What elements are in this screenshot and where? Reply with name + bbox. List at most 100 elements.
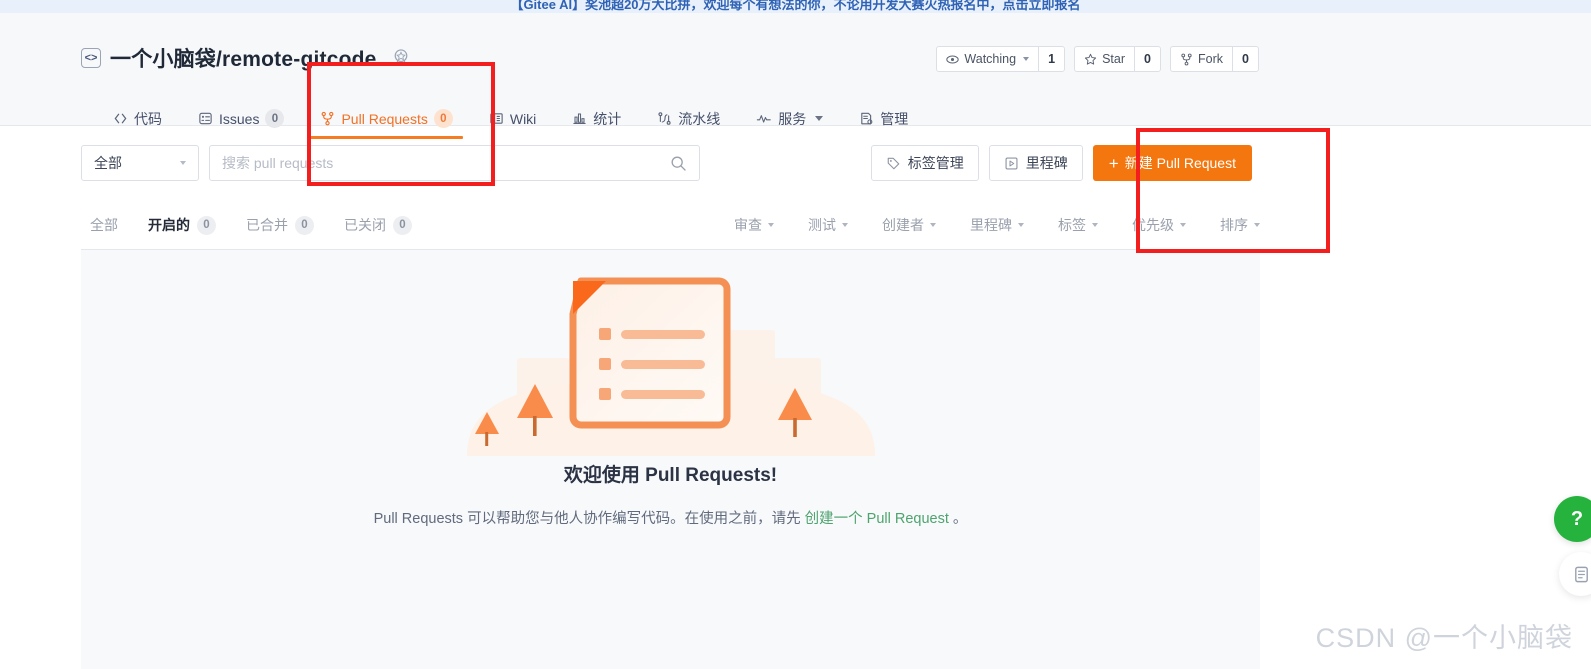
filter-priority-label: 优先级 — [1132, 217, 1174, 233]
help-floating-button[interactable]: ? — [1554, 496, 1591, 542]
star-button[interactable]: Star — [1075, 47, 1134, 71]
new-pull-request-label: 新建 Pull Request — [1124, 155, 1236, 171]
fork-count[interactable]: 0 — [1232, 47, 1258, 71]
empty-state-description: Pull Requests 可以帮助您与他人协作编写代码。在使用之前，请先 创建… — [374, 507, 968, 528]
page-title[interactable]: 一个小脑袋/remote-gitcode — [110, 43, 377, 73]
filter-sort[interactable]: 排序 — [1220, 215, 1260, 235]
status-filter-merged-label: 已合并 — [246, 217, 288, 233]
main-content: 全部 搜索 pull requests 标签管理 里程碑 + 新建 Pull R… — [81, 127, 1268, 669]
star-count[interactable]: 0 — [1134, 47, 1160, 71]
empty-state: 欢迎使用 Pull Requests! Pull Requests 可以帮助您与… — [81, 250, 1260, 528]
filter-creator-label: 创建者 — [882, 217, 924, 233]
pr-filter-row: 全部 开启的 0 已合并 0 已关闭 0 审查 测试 创建者 里程碑 标签 优先… — [81, 203, 1260, 247]
chevron-down-icon — [1092, 223, 1098, 227]
watching-button-group[interactable]: Watching 1 — [936, 46, 1066, 72]
fork-button[interactable]: Fork — [1171, 47, 1232, 71]
document-with-trees-illustration — [466, 277, 875, 456]
chevron-down-icon — [768, 223, 774, 227]
watching-button[interactable]: Watching — [937, 47, 1038, 71]
scope-select-value: 全部 — [94, 155, 122, 171]
filter-test-label: 测试 — [808, 217, 836, 233]
star-button-group[interactable]: Star 0 — [1074, 46, 1161, 72]
status-filter-merged[interactable]: 已合并 0 — [246, 215, 314, 235]
tab-pull-requests-count: 0 — [433, 109, 453, 128]
chevron-down-icon — [1254, 223, 1260, 227]
code-icon — [113, 111, 128, 126]
milestone-icon — [1004, 156, 1019, 171]
chevron-down-icon — [1018, 223, 1024, 227]
label-manage-label: 标签管理 — [907, 155, 964, 171]
chevron-down-icon — [180, 161, 186, 165]
status-filter-closed[interactable]: 已关闭 0 — [344, 215, 412, 235]
issue-icon — [198, 111, 213, 126]
award-badge-icon — [394, 49, 407, 66]
tag-icon — [886, 156, 901, 171]
pr-list-panel: 欢迎使用 Pull Requests! Pull Requests 可以帮助您与… — [81, 249, 1260, 669]
tab-issues-count: 0 — [265, 109, 285, 128]
repo-title-row: <> 一个小脑袋/remote-gitcode — [81, 43, 412, 73]
status-filter-all-label: 全部 — [90, 217, 118, 233]
status-filter-closed-count: 0 — [393, 215, 412, 235]
chevron-down-icon — [815, 116, 824, 121]
filter-label[interactable]: 标签 — [1058, 215, 1098, 235]
status-filter-open-label: 开启的 — [148, 217, 190, 233]
chevron-down-icon — [930, 223, 936, 227]
filter-review[interactable]: 审查 — [734, 215, 774, 235]
pipeline-icon — [657, 111, 672, 126]
empty-desc-after: 。 — [948, 511, 968, 527]
star-icon — [1084, 53, 1097, 65]
chevron-down-icon — [1023, 57, 1030, 61]
star-label: Star — [1102, 52, 1125, 66]
promo-banner-text: 【Gitee AI】奖池超20万大比拼，欢迎每个有想法的你，不论用开发大赛火热报… — [510, 0, 1081, 12]
filter-creator[interactable]: 创建者 — [882, 215, 936, 235]
document-icon — [1574, 566, 1588, 582]
eye-icon — [946, 55, 960, 63]
tab-code-label: 代码 — [134, 110, 162, 127]
search-input[interactable]: 搜索 pull requests — [222, 153, 333, 173]
page-root: 【Gitee AI】奖池超20万大比拼，欢迎每个有想法的你，不论用开发大赛火热报… — [0, 0, 1591, 669]
milestone-label: 里程碑 — [1025, 155, 1068, 171]
filter-priority[interactable]: 优先级 — [1132, 215, 1186, 235]
create-pull-request-link[interactable]: 创建一个 Pull Request — [805, 511, 949, 527]
wiki-book-icon — [489, 111, 504, 126]
docs-floating-button[interactable] — [1559, 552, 1591, 596]
filter-milestone-label: 里程碑 — [970, 217, 1012, 233]
filter-review-label: 审查 — [734, 217, 762, 233]
tab-statistics-label: 统计 — [593, 110, 622, 127]
status-filter-open[interactable]: 开启的 0 — [148, 215, 216, 235]
pulse-icon — [756, 111, 772, 126]
fork-label: Fork — [1198, 52, 1223, 66]
watching-count[interactable]: 1 — [1038, 47, 1064, 71]
tab-manage-label: 管理 — [880, 110, 909, 127]
dropdown-filters: 审查 测试 创建者 里程碑 标签 优先级 排序 — [700, 215, 1260, 235]
milestone-button[interactable]: 里程碑 — [988, 145, 1083, 181]
chevron-down-icon — [1180, 223, 1186, 227]
empty-desc-before: Pull Requests 可以帮助您与他人协作编写代码。在使用之前，请先 — [373, 511, 805, 527]
watching-label: Watching — [964, 52, 1017, 66]
tab-wiki-label: Wiki — [509, 110, 537, 127]
promo-banner[interactable]: 【Gitee AI】奖池超20万大比拼，欢迎每个有想法的你，不论用开发大赛火热报… — [0, 0, 1591, 13]
fork-button-group[interactable]: Fork 0 — [1170, 46, 1259, 72]
tab-pull-requests-label: Pull Requests — [341, 110, 428, 127]
plus-icon: + — [1108, 153, 1119, 173]
scope-select[interactable]: 全部 — [81, 145, 199, 181]
status-filter-all[interactable]: 全部 — [90, 215, 118, 235]
filter-test[interactable]: 测试 — [808, 215, 848, 235]
search-input-wrap[interactable]: 搜索 pull requests — [209, 145, 700, 181]
status-filter-open-count: 0 — [197, 215, 216, 235]
tab-services-label: 服务 — [778, 110, 807, 127]
fork-icon — [1181, 53, 1192, 65]
status-filter-closed-label: 已关闭 — [344, 217, 386, 233]
new-pull-request-button[interactable]: + 新建 Pull Request — [1092, 145, 1252, 181]
filter-label-label: 标签 — [1058, 217, 1086, 233]
pr-toolbar: 全部 搜索 pull requests 标签管理 里程碑 + 新建 Pull R… — [81, 145, 1260, 181]
search-icon[interactable] — [670, 155, 687, 172]
empty-state-title: 欢迎使用 Pull Requests! — [563, 465, 778, 486]
label-manage-button[interactable]: 标签管理 — [870, 145, 979, 181]
toolbar-right-actions: 标签管理 里程碑 + 新建 Pull Request — [870, 145, 1252, 181]
repo-header: <> 一个小脑袋/remote-gitcode Watching 1 Star … — [0, 13, 1591, 139]
status-filter-merged-count: 0 — [295, 215, 314, 235]
filter-milestone[interactable]: 里程碑 — [970, 215, 1024, 235]
repo-action-buttons: Watching 1 Star 0 Fork 0 — [936, 46, 1259, 72]
filter-sort-label: 排序 — [1220, 217, 1248, 233]
